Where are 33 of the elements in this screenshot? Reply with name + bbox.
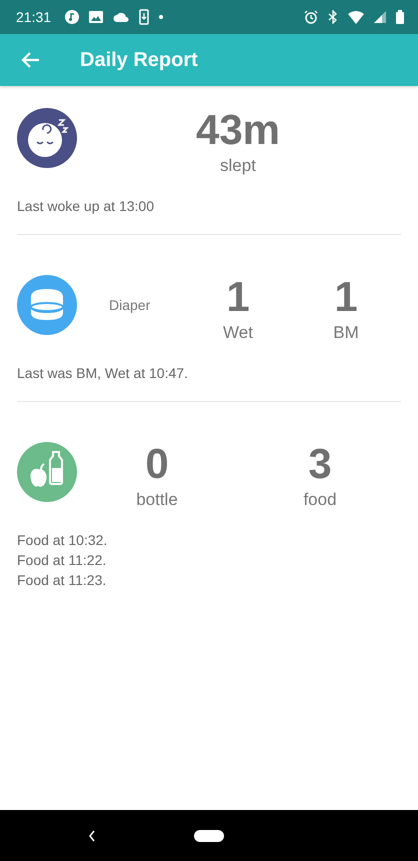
stat-value: 0 [145,442,169,486]
log-note: Last was BM, Wet at 10:47. [17,365,189,381]
status-time: 21:31 [16,9,52,25]
screen-title: Daily Report [80,48,198,72]
nav-back-icon[interactable] [88,830,96,842]
stat-label: bottle [136,490,178,510]
music-note-icon [65,10,80,24]
stat-value: 1 [334,275,358,319]
stat-value: 43m [196,108,280,152]
sleeping-baby-icon [17,108,77,168]
bluetooth-icon [328,10,338,24]
log-note: Food at 11:23. [17,572,108,588]
dot-icon [159,15,164,19]
signal-icon [374,11,386,23]
cloud-icon [113,12,130,22]
diaper-icon [17,275,77,335]
home-pill[interactable] [194,830,224,842]
stat-label: BM [333,323,359,343]
phone-download-icon [139,9,150,25]
stat-label: food [303,490,337,510]
stat-label: slept [220,156,256,176]
log-note: Food at 10:32. [17,532,108,548]
wifi-icon [348,10,364,24]
stat-value: 1 [226,275,250,319]
image-icon [89,11,104,23]
apple-bottle-icon [17,442,77,502]
stat-label: Wet [223,323,253,343]
battery-icon [396,10,404,24]
log-note: Last woke up at 13:00 [17,198,155,214]
category-label: Diaper [108,297,150,313]
stat-value: 3 [308,442,332,486]
log-note: Food at 11:22. [17,552,108,568]
alarm-icon [304,10,318,24]
